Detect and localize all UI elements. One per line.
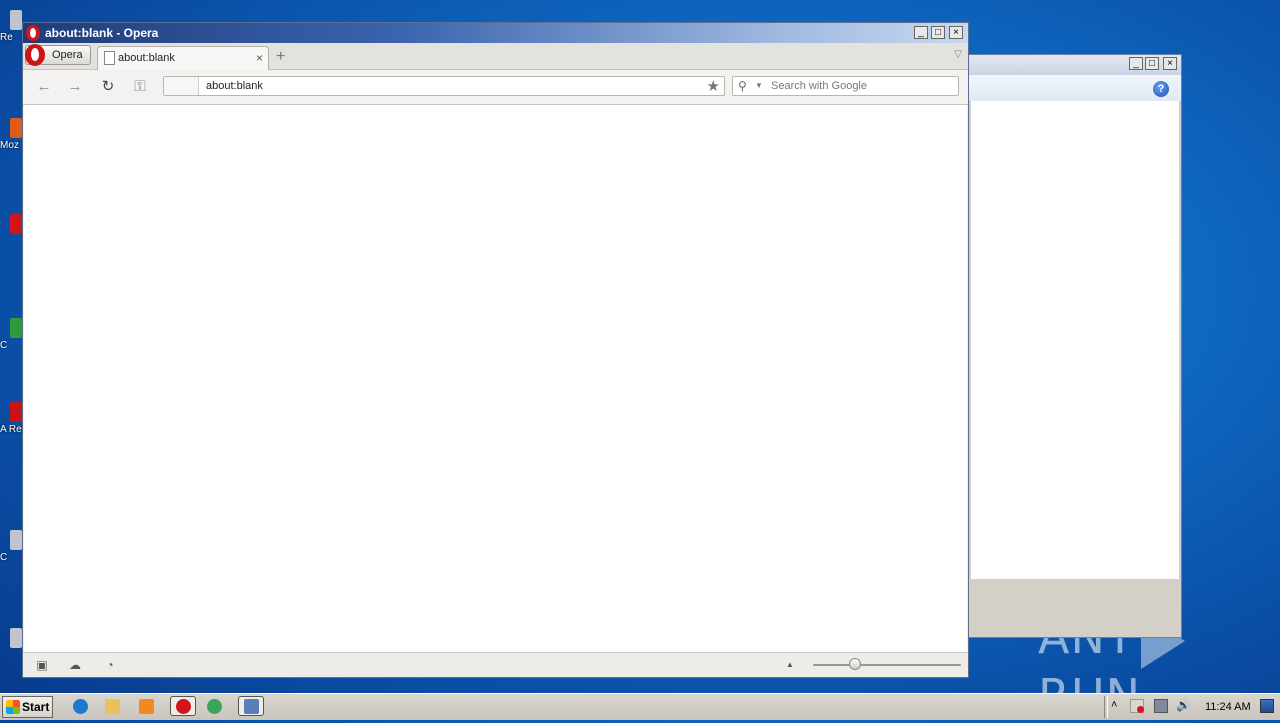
page-viewport[interactable] (24, 105, 967, 654)
volume-icon[interactable]: 🔊 (1176, 698, 1191, 712)
ie-button[interactable] (72, 698, 90, 716)
opera-menu-label: Opera (52, 49, 83, 61)
zoom-slider-handle[interactable] (849, 658, 861, 670)
desktop-icon[interactable]: Moz (0, 118, 22, 154)
taskbar: Start ˄ 🔊 11:24 AM (0, 693, 1280, 720)
navigation-toolbar: ← → ↻ ⚿ about:blank ★ ⚲ ▼ Search with Go… (23, 70, 968, 105)
bg-minimize-button[interactable]: _ (1129, 57, 1143, 70)
window-title: about:blank - Opera (45, 26, 159, 40)
panel-toggle-icon[interactable]: ▣ (35, 658, 49, 672)
search-input[interactable]: Search with Google (771, 80, 867, 92)
windows-flag-icon (6, 700, 20, 714)
search-box[interactable]: ⚲ ▼ Search with Google (732, 76, 959, 96)
desktop-shortcut-icon (10, 118, 22, 138)
desktop-icon-label: Moz (0, 140, 19, 151)
key-icon[interactable]: ⚿ (131, 78, 149, 96)
desktop-icon-label: A Re (0, 424, 22, 435)
zoom-slider[interactable] (813, 664, 961, 666)
desktop-icon[interactable]: Re (0, 10, 22, 46)
explorer-icon (105, 699, 120, 714)
desktop-icon[interactable] (0, 628, 22, 664)
tab-close-icon[interactable]: × (256, 51, 263, 65)
network-icon[interactable] (1154, 699, 1168, 713)
background-window-titlebar[interactable]: _ □ × (967, 55, 1181, 75)
forward-icon[interactable]: → (66, 78, 84, 96)
desktop-shortcut-icon (10, 214, 22, 234)
ie-icon (73, 699, 88, 714)
maximize-button[interactable]: □ (931, 26, 945, 39)
desktop-icon-label: C (0, 340, 8, 351)
opera-window[interactable]: about:blank - Opera _ □ × Opera about:bl… (22, 22, 969, 678)
tab-label: about:blank (118, 52, 175, 64)
opera-logo-icon (25, 44, 45, 66)
tray-separator (1104, 696, 1108, 718)
background-window[interactable]: _ □ × ? (966, 54, 1182, 638)
tab-about-blank[interactable]: about:blank × (97, 46, 269, 70)
page-icon (104, 51, 115, 65)
address-bar[interactable]: about:blank ★ (163, 76, 725, 96)
address-input[interactable]: about:blank (206, 80, 263, 92)
media-player-button[interactable] (138, 698, 156, 716)
tab-menu-icon[interactable]: ▽ (954, 49, 962, 60)
reload-icon[interactable]: ↻ (99, 78, 117, 96)
start-label: Start (22, 700, 50, 714)
tab-strip: Opera about:blank × + ▽ (23, 43, 968, 70)
background-window-toolbar (967, 75, 1181, 102)
system-clock[interactable]: 11:24 AM (1205, 701, 1251, 713)
desktop-shortcut-icon (10, 530, 22, 550)
start-button[interactable]: Start (2, 696, 53, 718)
desktop-shortcut-icon (10, 10, 22, 30)
chrome-button[interactable] (206, 698, 224, 716)
desktop-icon[interactable]: C (0, 530, 22, 566)
opera-link-cloud-icon[interactable]: ☁ (68, 658, 82, 672)
site-info-badge[interactable] (164, 77, 199, 95)
bookmark-star-icon[interactable]: ★ (707, 77, 720, 95)
opera-logo-icon (26, 25, 40, 41)
background-window-content (971, 101, 1179, 579)
desktop-icon[interactable]: C (0, 318, 22, 354)
desktop-shortcut-icon (10, 402, 22, 422)
explorer-button[interactable] (104, 698, 122, 716)
bg-maximize-button[interactable]: □ (1145, 57, 1159, 70)
opera-taskbar-button[interactable] (170, 696, 196, 716)
status-bar: ▣ ☁ ◔ ▲ (23, 652, 968, 677)
close-button[interactable]: × (949, 26, 963, 39)
turbo-speed-icon[interactable]: ◔ (103, 658, 117, 672)
desktop-shortcut-icon (10, 318, 22, 338)
search-engine-dropdown-icon[interactable]: ▼ (755, 81, 763, 90)
status-up-arrow-icon[interactable]: ▲ (783, 658, 797, 672)
help-icon[interactable]: ? (1153, 81, 1169, 97)
remote-desktop-icon (244, 699, 259, 714)
search-icon: ⚲ (738, 79, 747, 93)
window-titlebar[interactable]: about:blank - Opera _ □ × (23, 23, 968, 43)
new-tab-icon[interactable]: + (276, 48, 285, 66)
action-center-icon[interactable] (1130, 699, 1144, 713)
opera-taskbar-icon (176, 699, 191, 714)
desktop-icon[interactable]: A Re (0, 402, 22, 438)
opera-menu-button[interactable]: Opera (25, 44, 91, 66)
tray-expand-icon[interactable]: ˄ (1111, 699, 1117, 711)
back-icon[interactable]: ← (35, 78, 53, 96)
desktop-icon-label: Re (0, 32, 13, 43)
media-player-icon (139, 699, 154, 714)
remote-desktop-button[interactable] (238, 696, 264, 716)
show-desktop-icon[interactable] (1260, 699, 1274, 713)
chrome-icon (207, 699, 222, 714)
desktop-icon-label: C (0, 552, 8, 563)
bg-close-button[interactable]: × (1163, 57, 1177, 70)
desktop-shortcut-icon (10, 628, 22, 648)
desktop-icon[interactable] (0, 214, 22, 250)
minimize-button[interactable]: _ (914, 26, 928, 39)
